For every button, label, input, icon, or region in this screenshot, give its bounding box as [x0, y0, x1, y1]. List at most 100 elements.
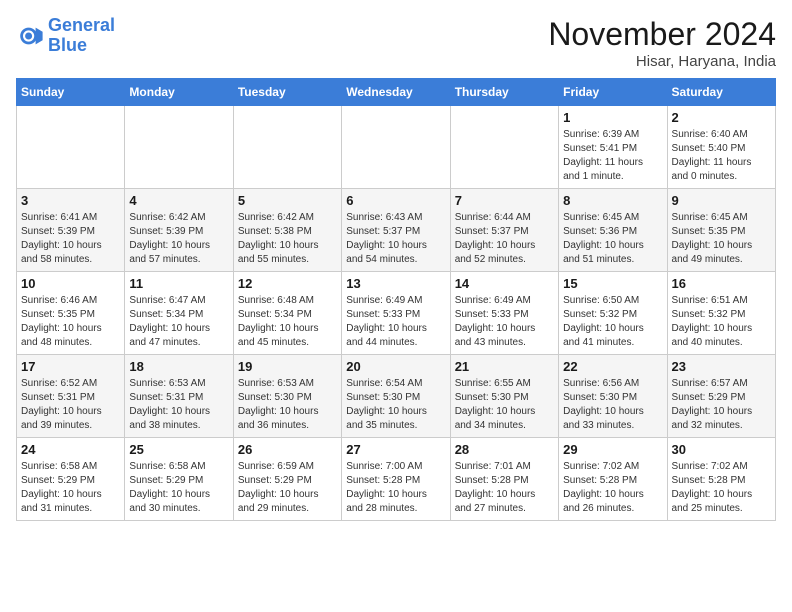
day-cell: 13 Sunrise: 6:49 AM Sunset: 5:33 PM Dayli… — [342, 272, 450, 355]
day-info: Sunrise: 7:02 AM Sunset: 5:28 PM Dayligh… — [672, 460, 771, 516]
day-number: 22 — [563, 359, 662, 374]
day-header-friday: Friday — [559, 79, 667, 106]
day-number: 1 — [563, 110, 662, 125]
day-info: Sunrise: 6:43 AM Sunset: 5:37 PM Dayligh… — [346, 211, 445, 267]
day-number: 3 — [21, 193, 120, 208]
day-cell: 28 Sunrise: 7:01 AM Sunset: 5:28 PM Dayli… — [450, 438, 558, 521]
day-cell: 14 Sunrise: 6:49 AM Sunset: 5:33 PM Dayli… — [450, 272, 558, 355]
week-row-5: 24Sunrise: 6:58 AM Sunset: 5:29 PM Dayli… — [17, 438, 776, 521]
day-header-wednesday: Wednesday — [342, 79, 450, 106]
day-info: Sunrise: 7:00 AM Sunset: 5:28 PM Dayligh… — [346, 460, 445, 516]
day-cell: 16Sunrise: 6:51 AM Sunset: 5:32 PM Dayli… — [667, 272, 775, 355]
day-number: 26 — [238, 442, 337, 457]
calendar-table: SundayMondayTuesdayWednesdayThursdayFrid… — [16, 78, 776, 521]
day-cell — [17, 106, 125, 189]
day-info: Sunrise: 6:52 AM Sunset: 5:31 PM Dayligh… — [21, 377, 120, 433]
day-cell: 2Sunrise: 6:40 AM Sunset: 5:40 PM Daylig… — [667, 106, 775, 189]
day-info: Sunrise: 7:01 AM Sunset: 5:28 PM Dayligh… — [455, 460, 554, 516]
day-cell: 17 Sunrise: 6:52 AM Sunset: 5:31 PM Dayli… — [17, 355, 125, 438]
day-cell — [233, 106, 341, 189]
week-row-3: 10 Sunrise: 6:46 AM Sunset: 5:35 PM Dayli… — [17, 272, 776, 355]
day-cell — [342, 106, 450, 189]
day-info: Sunrise: 6:49 AM Sunset: 5:33 PM Dayligh… — [346, 294, 445, 350]
logo: General Blue — [16, 16, 115, 56]
day-cell: 15 Sunrise: 6:50 AM Sunset: 5:32 PM Dayli… — [559, 272, 667, 355]
day-cell: 30 Sunrise: 7:02 AM Sunset: 5:28 PM Dayli… — [667, 438, 775, 521]
location: Hisar, Haryana, India — [548, 53, 776, 70]
day-header-saturday: Saturday — [667, 79, 775, 106]
day-info: Sunrise: 6:44 AM Sunset: 5:37 PM Dayligh… — [455, 211, 554, 267]
day-number: 10 — [21, 276, 120, 291]
day-header-tuesday: Tuesday — [233, 79, 341, 106]
day-info: Sunrise: 6:56 AM Sunset: 5:30 PM Dayligh… — [563, 377, 662, 433]
day-info: Sunrise: 6:58 AM Sunset: 5:29 PM Dayligh… — [129, 460, 228, 516]
day-cell: 8Sunrise: 6:45 AM Sunset: 5:36 PM Daylig… — [559, 189, 667, 272]
day-info: Sunrise: 6:57 AM Sunset: 5:29 PM Dayligh… — [672, 377, 771, 433]
day-number: 4 — [129, 193, 228, 208]
header: General Blue November 2024 Hisar, Haryan… — [16, 16, 776, 70]
day-info: Sunrise: 6:42 AM Sunset: 5:39 PM Dayligh… — [129, 211, 228, 267]
day-info: Sunrise: 6:41 AM Sunset: 5:39 PM Dayligh… — [21, 211, 120, 267]
day-number: 30 — [672, 442, 771, 457]
day-info: Sunrise: 6:49 AM Sunset: 5:33 PM Dayligh… — [455, 294, 554, 350]
day-cell: 4 Sunrise: 6:42 AM Sunset: 5:39 PM Daylig… — [125, 189, 233, 272]
day-info: Sunrise: 6:45 AM Sunset: 5:36 PM Dayligh… — [563, 211, 662, 267]
day-cell: 7 Sunrise: 6:44 AM Sunset: 5:37 PM Daylig… — [450, 189, 558, 272]
day-number: 15 — [563, 276, 662, 291]
day-info: Sunrise: 6:54 AM Sunset: 5:30 PM Dayligh… — [346, 377, 445, 433]
logo-general: General — [48, 15, 115, 35]
week-row-4: 17 Sunrise: 6:52 AM Sunset: 5:31 PM Dayli… — [17, 355, 776, 438]
week-row-1: 1 Sunrise: 6:39 AM Sunset: 5:41 PM Daylig… — [17, 106, 776, 189]
day-number: 11 — [129, 276, 228, 291]
day-info: Sunrise: 7:02 AM Sunset: 5:28 PM Dayligh… — [563, 460, 662, 516]
day-number: 18 — [129, 359, 228, 374]
day-cell: 22 Sunrise: 6:56 AM Sunset: 5:30 PM Dayli… — [559, 355, 667, 438]
day-cell: 27 Sunrise: 7:00 AM Sunset: 5:28 PM Dayli… — [342, 438, 450, 521]
day-cell: 3 Sunrise: 6:41 AM Sunset: 5:39 PM Daylig… — [17, 189, 125, 272]
day-number: 16 — [672, 276, 771, 291]
day-cell: 6 Sunrise: 6:43 AM Sunset: 5:37 PM Daylig… — [342, 189, 450, 272]
day-number: 9 — [672, 193, 771, 208]
days-header-row: SundayMondayTuesdayWednesdayThursdayFrid… — [17, 79, 776, 106]
day-cell: 23 Sunrise: 6:57 AM Sunset: 5:29 PM Dayli… — [667, 355, 775, 438]
day-cell: 5 Sunrise: 6:42 AM Sunset: 5:38 PM Daylig… — [233, 189, 341, 272]
day-cell: 1 Sunrise: 6:39 AM Sunset: 5:41 PM Daylig… — [559, 106, 667, 189]
day-info: Sunrise: 6:42 AM Sunset: 5:38 PM Dayligh… — [238, 211, 337, 267]
day-info: Sunrise: 6:55 AM Sunset: 5:30 PM Dayligh… — [455, 377, 554, 433]
day-info: Sunrise: 6:48 AM Sunset: 5:34 PM Dayligh… — [238, 294, 337, 350]
day-info: Sunrise: 6:53 AM Sunset: 5:30 PM Dayligh… — [238, 377, 337, 433]
day-info: Sunrise: 6:46 AM Sunset: 5:35 PM Dayligh… — [21, 294, 120, 350]
day-header-sunday: Sunday — [17, 79, 125, 106]
day-cell: 18 Sunrise: 6:53 AM Sunset: 5:31 PM Dayli… — [125, 355, 233, 438]
logo-icon — [16, 22, 44, 50]
week-row-2: 3 Sunrise: 6:41 AM Sunset: 5:39 PM Daylig… — [17, 189, 776, 272]
day-number: 13 — [346, 276, 445, 291]
day-number: 27 — [346, 442, 445, 457]
day-number: 6 — [346, 193, 445, 208]
day-cell: 21 Sunrise: 6:55 AM Sunset: 5:30 PM Dayli… — [450, 355, 558, 438]
day-number: 25 — [129, 442, 228, 457]
day-info: Sunrise: 6:47 AM Sunset: 5:34 PM Dayligh… — [129, 294, 228, 350]
day-info: Sunrise: 6:58 AM Sunset: 5:29 PM Dayligh… — [21, 460, 120, 516]
day-info: Sunrise: 6:59 AM Sunset: 5:29 PM Dayligh… — [238, 460, 337, 516]
day-cell: 25 Sunrise: 6:58 AM Sunset: 5:29 PM Dayli… — [125, 438, 233, 521]
day-cell: 24Sunrise: 6:58 AM Sunset: 5:29 PM Dayli… — [17, 438, 125, 521]
day-number: 14 — [455, 276, 554, 291]
title-area: November 2024 Hisar, Haryana, India — [548, 16, 776, 70]
day-number: 20 — [346, 359, 445, 374]
day-number: 7 — [455, 193, 554, 208]
day-number: 5 — [238, 193, 337, 208]
day-number: 21 — [455, 359, 554, 374]
day-number: 17 — [21, 359, 120, 374]
day-info: Sunrise: 6:53 AM Sunset: 5:31 PM Dayligh… — [129, 377, 228, 433]
day-header-monday: Monday — [125, 79, 233, 106]
day-cell — [450, 106, 558, 189]
day-number: 12 — [238, 276, 337, 291]
logo-text: General Blue — [48, 16, 115, 56]
day-cell: 19Sunrise: 6:53 AM Sunset: 5:30 PM Dayli… — [233, 355, 341, 438]
day-cell — [125, 106, 233, 189]
day-number: 28 — [455, 442, 554, 457]
day-number: 23 — [672, 359, 771, 374]
day-info: Sunrise: 6:50 AM Sunset: 5:32 PM Dayligh… — [563, 294, 662, 350]
day-info: Sunrise: 6:39 AM Sunset: 5:41 PM Dayligh… — [563, 128, 662, 184]
